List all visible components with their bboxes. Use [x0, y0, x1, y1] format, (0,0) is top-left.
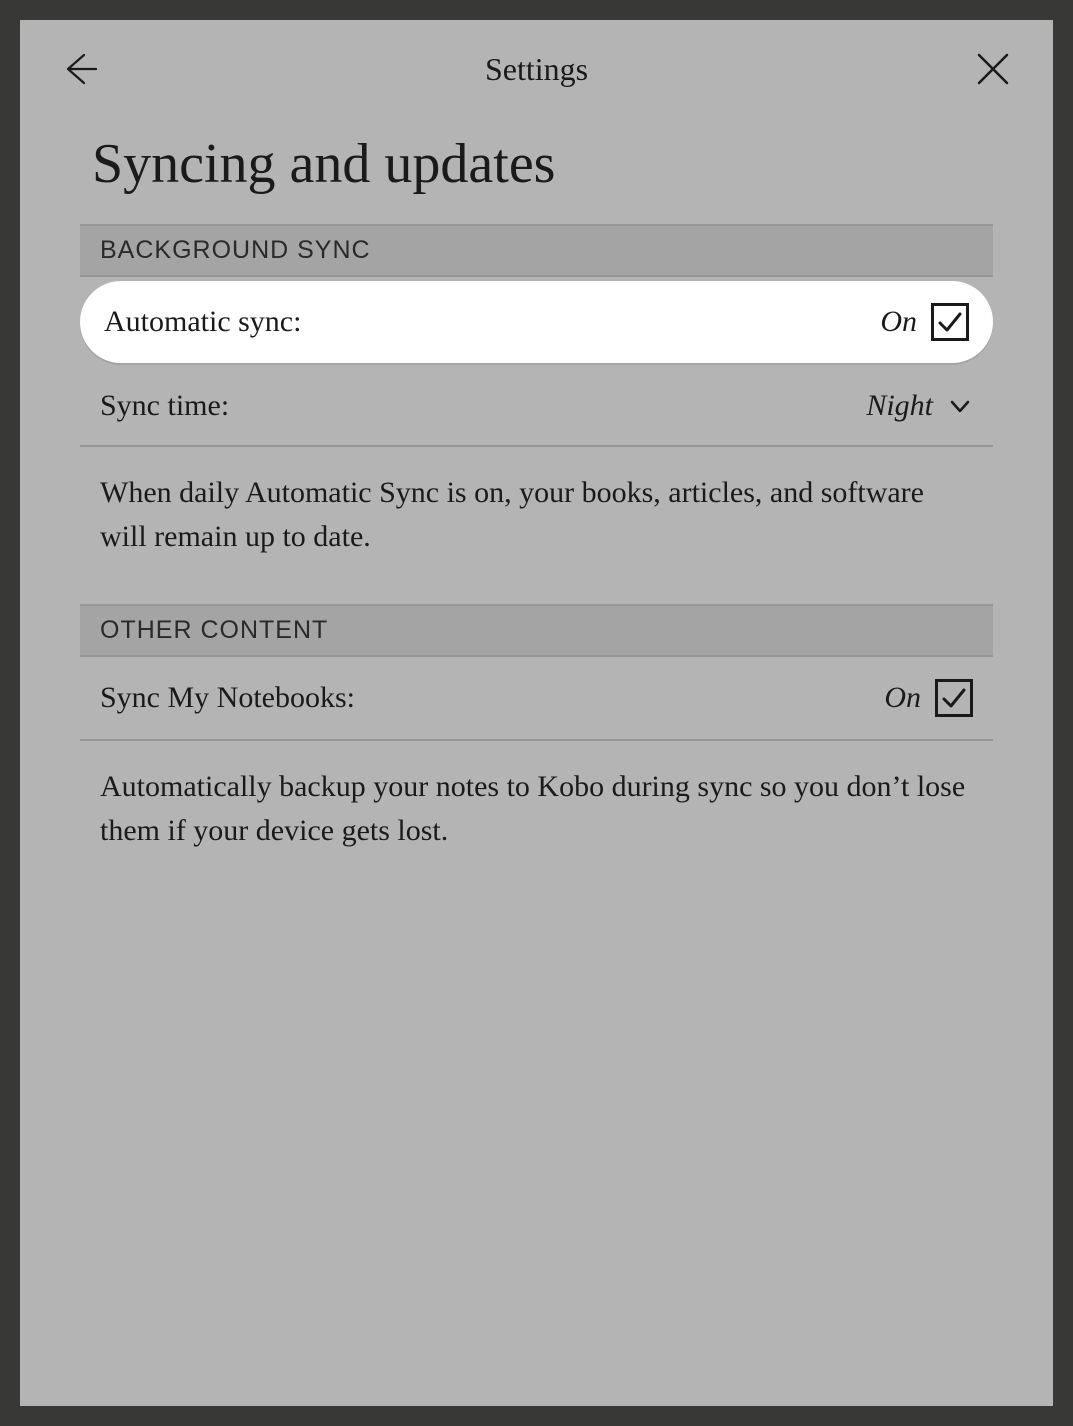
sync-time-dropdown[interactable] — [947, 393, 973, 419]
sync-time-row[interactable]: Sync time: Night — [80, 367, 993, 447]
checkmark-icon — [940, 684, 968, 712]
sync-time-label: Sync time: — [100, 389, 229, 423]
page-title: Syncing and updates — [80, 110, 993, 224]
sync-time-value-group: Night — [866, 389, 973, 423]
sync-notebooks-checkbox[interactable] — [935, 679, 973, 717]
topbar: Settings — [20, 20, 1053, 110]
chevron-down-icon — [948, 394, 972, 418]
header-title: Settings — [100, 51, 973, 88]
sync-notebooks-value-group: On — [884, 679, 973, 717]
section-header-other-content: OTHER CONTENT — [80, 604, 993, 657]
checkmark-icon — [936, 308, 964, 336]
sync-time-value: Night — [866, 389, 933, 423]
background-sync-description: When daily Automatic Sync is on, your bo… — [80, 447, 993, 604]
automatic-sync-value-group: On — [880, 303, 969, 341]
screen: Settings Syncing and updates BACKGROUND … — [20, 20, 1053, 1406]
automatic-sync-label: Automatic sync: — [104, 305, 301, 339]
arrow-left-icon — [60, 49, 100, 89]
device-frame: Settings Syncing and updates BACKGROUND … — [0, 0, 1073, 1426]
close-button[interactable] — [973, 49, 1013, 89]
automatic-sync-row[interactable]: Automatic sync: On — [80, 281, 993, 363]
sync-notebooks-row[interactable]: Sync My Notebooks: On — [80, 657, 993, 741]
page-body: Syncing and updates BACKGROUND SYNC Auto… — [20, 110, 1053, 898]
sync-notebooks-value: On — [884, 681, 921, 715]
close-icon — [973, 49, 1013, 89]
other-content-description: Automatically backup your notes to Kobo … — [80, 741, 993, 898]
sync-notebooks-label: Sync My Notebooks: — [100, 681, 355, 715]
section-header-background-sync: BACKGROUND SYNC — [80, 224, 993, 277]
automatic-sync-checkbox[interactable] — [931, 303, 969, 341]
automatic-sync-value: On — [880, 305, 917, 339]
back-button[interactable] — [60, 49, 100, 89]
